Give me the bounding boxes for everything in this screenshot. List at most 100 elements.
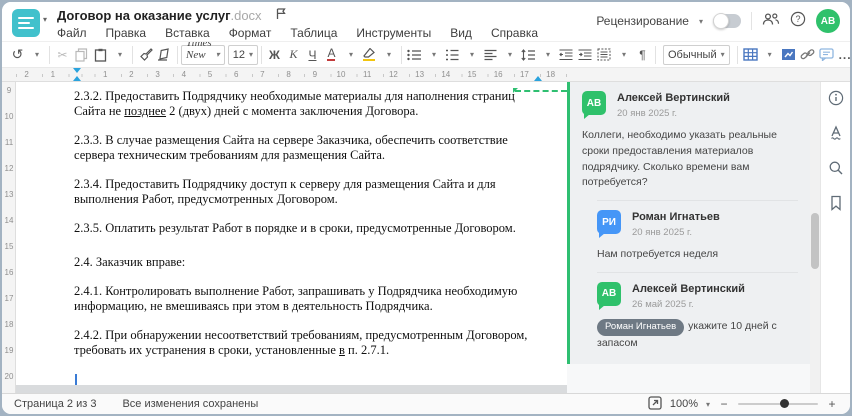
app-window: ▾ Договор на оказание услуг .docx Файл Пр… — [2, 2, 850, 414]
undo-button[interactable]: ↺ — [8, 44, 27, 65]
decrease-indent-button[interactable] — [557, 44, 576, 65]
ruler-number: 2 — [127, 70, 136, 79]
show-paragraph-marks-button[interactable]: ¶ — [633, 44, 652, 65]
review-toggle[interactable] — [713, 13, 741, 29]
review-mode-label[interactable]: Рецензирование — [596, 14, 689, 28]
zoom-in-button[interactable]: + — [826, 397, 838, 411]
menu-item-1[interactable]: Правка — [106, 26, 147, 40]
align-button[interactable] — [481, 44, 500, 65]
highlight-color-button[interactable] — [360, 44, 379, 65]
ruler-number: 14 — [4, 216, 14, 225]
ruler-number: 12 — [4, 164, 14, 173]
horizontal-ruler[interactable]: 2 1 1 2 3 4 5 6 7 8 9 10 11 12 13 14 15 16 17 18 — [2, 68, 850, 82]
bookmark-icon[interactable] — [827, 194, 845, 212]
clear-formatting-icon[interactable] — [155, 44, 174, 65]
ruler-number: 6 — [231, 70, 241, 79]
zoom-slider-handle[interactable] — [779, 399, 789, 408]
save-status: Все изменения сохранены — [122, 398, 259, 410]
bold-button[interactable]: Ж — [265, 44, 284, 65]
line-spacing-button[interactable] — [519, 44, 538, 65]
copy-button[interactable] — [72, 44, 91, 65]
right-sidebar — [820, 82, 850, 393]
menu-item-7[interactable]: Справка — [491, 26, 538, 40]
zoom-level[interactable]: 100% — [670, 398, 698, 410]
header-bar: ▾ Договор на оказание услуг .docx Файл Пр… — [2, 2, 850, 41]
italic-button[interactable]: К — [284, 44, 303, 65]
fit-width-icon[interactable] — [648, 395, 662, 413]
paste-chevron-down-icon[interactable]: ▾ — [110, 44, 129, 65]
ruler-number: 16 — [491, 70, 505, 79]
comment-2[interactable]: АВ Алексей Вертинский 26 май 2025 г. Роман … — [597, 281, 798, 352]
comment-button[interactable] — [817, 44, 836, 65]
document-page[interactable]: 2.3.2. Предоставить Подрядчику необходим… — [16, 82, 567, 385]
review-chevron-down-icon[interactable]: ▾ — [699, 17, 703, 26]
bullet-list-button[interactable] — [405, 44, 424, 65]
menu-item-5[interactable]: Инструменты — [356, 26, 431, 40]
paragraph-2: 2.3.4. Предоставить Подрядчику доступ к … — [74, 177, 496, 206]
underline-button[interactable]: Ч — [303, 44, 322, 65]
comment-thread[interactable]: АВ Алексей Вертинский 20 янв 2025 г. Коллег… — [567, 82, 810, 364]
zoom-slider[interactable] — [738, 399, 818, 408]
document-extension: .docx — [230, 8, 262, 23]
vertical-ruler[interactable]: 9 10 11 12 13 14 15 16 17 18 19 20 — [2, 82, 16, 393]
numbered-list-button[interactable] — [443, 44, 462, 65]
ruler-number: 13 — [4, 190, 14, 199]
bullet-list-chevron-down-icon[interactable]: ▾ — [424, 44, 443, 65]
insert-link-button[interactable] — [798, 44, 817, 65]
page-indicator[interactable]: Страница 2 из 3 — [14, 398, 96, 410]
text-cursor — [75, 374, 77, 385]
paragraph-settings-chevron-down-icon[interactable]: ▾ — [614, 44, 633, 65]
info-icon[interactable] — [827, 89, 845, 107]
right-indent-marker[interactable] — [534, 76, 542, 81]
insert-table-chevron-down-icon[interactable]: ▾ — [760, 44, 779, 65]
flag-icon[interactable] — [276, 7, 287, 25]
menu-item-0[interactable]: Файл — [57, 26, 87, 40]
font-color-button[interactable]: А — [322, 44, 341, 65]
format-painter-icon[interactable] — [136, 44, 155, 65]
spellcheck-icon[interactable] — [827, 124, 845, 142]
status-bar: Страница 2 из 3 Все изменения сохранены … — [2, 393, 850, 414]
undo-chevron-down-icon[interactable]: ▾ — [27, 44, 46, 65]
user-avatar[interactable]: АВ — [816, 9, 840, 33]
ruler-number: 15 — [465, 70, 479, 79]
font-name-select[interactable]: Times New ... ▾ — [181, 42, 225, 67]
paragraph-settings-button[interactable] — [595, 44, 614, 65]
numbered-list-chevron-down-icon[interactable]: ▾ — [462, 44, 481, 65]
logo-chevron-down-icon[interactable]: ▾ — [43, 15, 47, 41]
menu-item-3[interactable]: Формат — [229, 26, 272, 40]
paragraph-4: 2.4. Заказчик вправе: — [74, 255, 186, 269]
highlight-chevron-down-icon[interactable]: ▾ — [379, 44, 398, 65]
collaborators-icon[interactable] — [762, 12, 780, 31]
insert-image-button[interactable] — [779, 44, 798, 65]
help-icon[interactable]: ? — [790, 11, 806, 32]
comment-author: Алексей Вертинский — [617, 92, 730, 104]
line-spacing-chevron-down-icon[interactable]: ▾ — [538, 44, 557, 65]
ruler-number: 9 — [6, 86, 12, 95]
ruler-number: 17 — [517, 70, 531, 79]
insert-table-button[interactable] — [741, 44, 760, 65]
menu-item-6[interactable]: Вид — [450, 26, 472, 40]
more-toolbar-button[interactable]: ... — [836, 44, 850, 65]
first-line-indent-marker[interactable] — [73, 68, 81, 73]
paste-button[interactable] — [91, 44, 110, 65]
increase-indent-button[interactable] — [576, 44, 595, 65]
menu-item-2[interactable]: Вставка — [165, 26, 210, 40]
zoom-chevron-down-icon[interactable]: ▾ — [706, 400, 710, 409]
search-icon[interactable] — [827, 159, 845, 177]
left-indent-marker[interactable] — [73, 76, 81, 81]
comment-1[interactable]: РИ Роман Игнатьев 20 янв 2025 г. Нам потреб… — [597, 210, 798, 263]
comment-date: 26 май 2025 г. — [632, 298, 694, 310]
font-size-select[interactable]: 12 ▾ — [227, 44, 258, 65]
align-chevron-down-icon[interactable]: ▾ — [500, 44, 519, 65]
paragraph-style-select[interactable]: Обычный ▾ — [662, 44, 730, 65]
vertical-scrollbar[interactable] — [810, 82, 820, 393]
ruler-number: 11 — [4, 138, 14, 147]
comment-0[interactable]: АВ Алексей Вертинский 20 янв 2025 г. Коллег… — [582, 91, 798, 191]
font-color-chevron-down-icon[interactable]: ▾ — [341, 44, 360, 65]
app-logo-icon[interactable] — [12, 9, 40, 37]
scrollbar-thumb[interactable] — [811, 213, 819, 269]
menu-item-4[interactable]: Таблица — [290, 26, 337, 40]
cut-button[interactable]: ✂ — [53, 44, 72, 65]
zoom-out-button[interactable]: − — [718, 397, 730, 411]
comment-date: 20 янв 2025 г. — [617, 108, 678, 119]
